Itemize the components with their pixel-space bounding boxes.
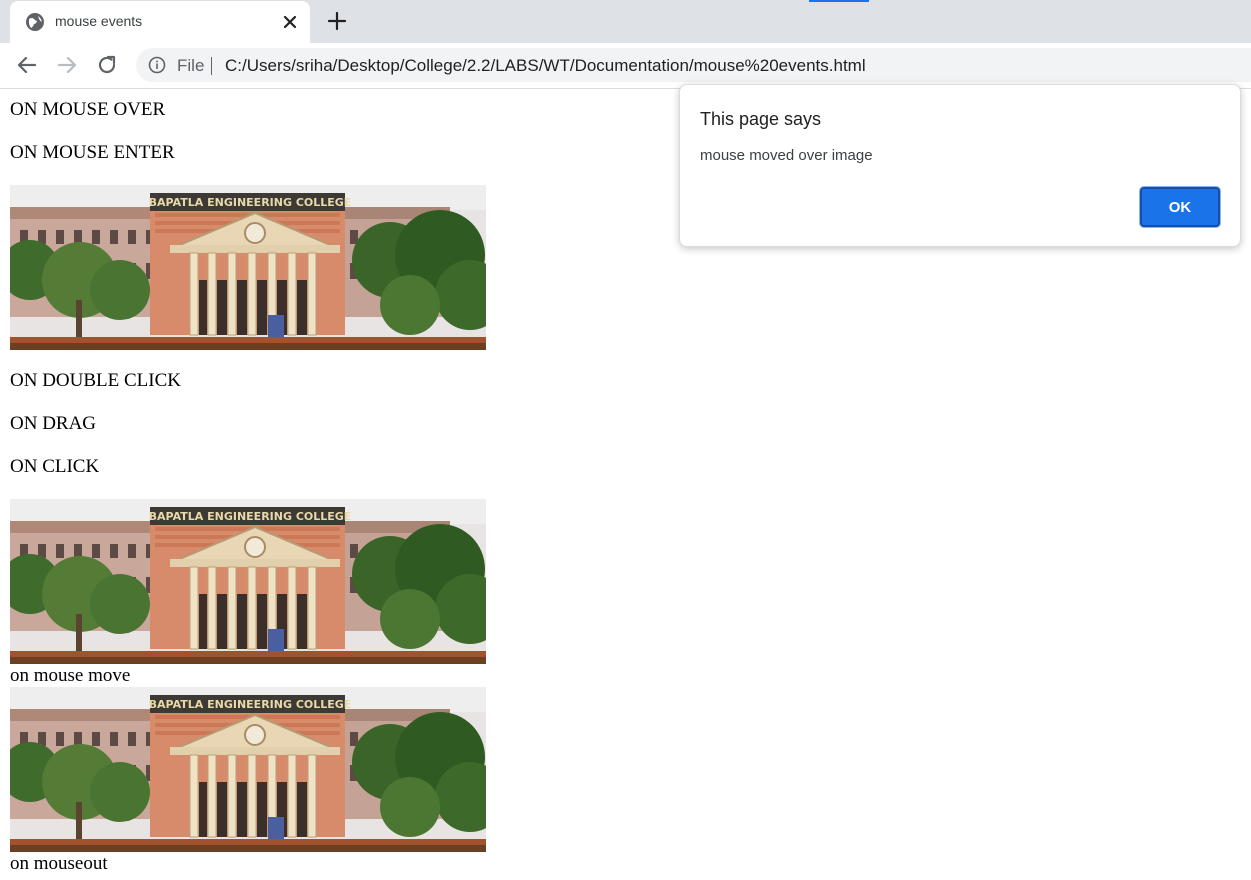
info-icon[interactable] — [148, 56, 166, 74]
alert-dialog: This page says mouse moved over image OK — [679, 84, 1241, 247]
dialog-title: This page says — [700, 109, 822, 129]
caption-mouse-move: on mouse move — [10, 665, 131, 686]
plus-icon[interactable] — [326, 10, 348, 32]
heading-mouse-enter[interactable]: ON MOUSE ENTER — [10, 142, 175, 164]
tab-mouse-events[interactable]: mouse events — [10, 1, 310, 43]
scheme-label: File — [177, 56, 205, 75]
image-sign-text: BAPATLA ENGINEERING COLLEGE — [149, 510, 352, 523]
globe-icon — [26, 13, 44, 31]
reload-icon[interactable] — [95, 53, 119, 77]
tab-strip-accent — [809, 0, 869, 2]
college-image-mouse-move[interactable]: BAPATLA ENGINEERING COLLEGE — [10, 499, 486, 664]
heading-double-click[interactable]: ON DOUBLE CLICK — [10, 370, 181, 392]
college-image-mouseout[interactable]: BAPATLA ENGINEERING COLLEGE — [10, 687, 486, 852]
image-sign-text: BAPATLA ENGINEERING COLLEGE — [149, 196, 352, 209]
forward-arrow-icon[interactable] — [55, 53, 79, 77]
image-sign-text: BAPATLA ENGINEERING COLLEGE — [149, 698, 352, 711]
dialog-message: mouse moved over image — [700, 147, 873, 164]
caption-mouseout: on mouseout — [10, 853, 108, 874]
college-image[interactable]: BAPATLA ENGINEERING COLLEGE — [10, 185, 486, 350]
ok-button[interactable]: OK — [1140, 187, 1220, 227]
address-bar[interactable]: File C:/Users/sriha/Desktop/College/2.2/… — [136, 48, 1251, 82]
tab-title: mouse events — [55, 13, 143, 29]
heading-click[interactable]: ON CLICK — [10, 456, 99, 478]
url-text[interactable]: C:/Users/sriha/Desktop/College/2.2/LABS/… — [225, 56, 866, 76]
back-arrow-icon[interactable] — [15, 53, 39, 77]
close-icon[interactable] — [281, 13, 299, 31]
tab-strip: mouse events — [0, 0, 1251, 43]
scheme-separator — [211, 57, 212, 75]
heading-mouse-over[interactable]: ON MOUSE OVER — [10, 99, 165, 121]
browser-toolbar: File C:/Users/sriha/Desktop/College/2.2/… — [0, 43, 1251, 89]
heading-drag[interactable]: ON DRAG — [10, 413, 96, 435]
